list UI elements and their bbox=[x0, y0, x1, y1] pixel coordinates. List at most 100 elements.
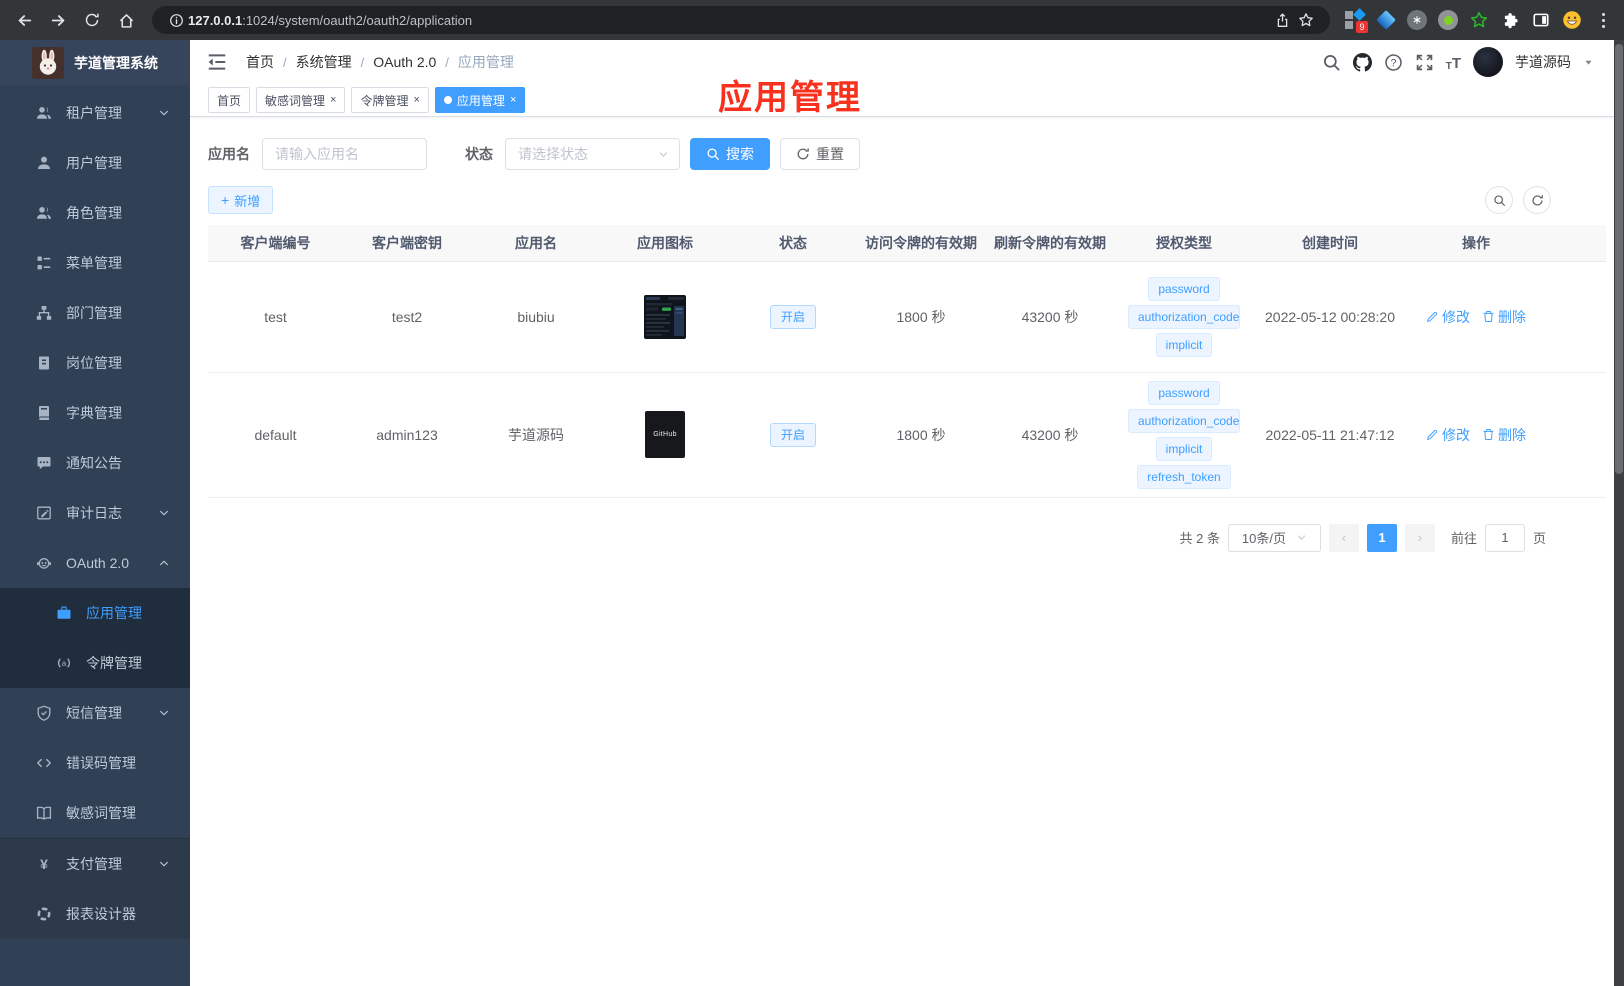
sidebar-item-notice[interactable]: 通知公告 bbox=[0, 438, 190, 488]
edit-link[interactable]: 修改 bbox=[1426, 307, 1470, 327]
tab-sensitive-word[interactable]: 敏感词管理 × bbox=[256, 87, 346, 113]
sidebar-collapse-icon[interactable] bbox=[206, 51, 228, 73]
plus-icon: + bbox=[221, 192, 230, 208]
browser-back-button[interactable] bbox=[10, 6, 38, 34]
scrollbar-thumb[interactable] bbox=[1615, 44, 1623, 474]
cell-app-name: biubiu bbox=[471, 261, 601, 373]
close-icon[interactable]: × bbox=[330, 94, 336, 106]
rabbit-logo-icon bbox=[32, 47, 64, 79]
bookmark-star-icon[interactable] bbox=[1294, 8, 1318, 32]
tab-home[interactable]: 首页 bbox=[208, 87, 251, 113]
sidebar-item-dict[interactable]: 字典管理 bbox=[0, 388, 190, 438]
sidebar-item-tenant[interactable]: 租户管理 bbox=[0, 88, 190, 138]
shield-check-icon bbox=[36, 705, 52, 721]
browser-reload-button[interactable] bbox=[78, 6, 106, 34]
extension-green-star-icon[interactable] bbox=[1468, 9, 1490, 31]
sidebar-item-audit-log[interactable]: 审计日志 bbox=[0, 488, 190, 538]
site-info-icon[interactable] bbox=[164, 8, 188, 32]
sidebar-item-menu[interactable]: 菜单管理 bbox=[0, 238, 190, 288]
goto-page-input[interactable] bbox=[1484, 523, 1525, 552]
extension-grid-icon[interactable]: 9 bbox=[1344, 8, 1368, 33]
sidebar-item-oauth-token[interactable]: 令牌管理 bbox=[0, 638, 190, 688]
edit-link[interactable]: 修改 bbox=[1426, 425, 1470, 445]
browser-home-button[interactable] bbox=[112, 6, 140, 34]
sidebar-item-oauth-application[interactable]: 应用管理 bbox=[0, 588, 190, 638]
sidebar-item-sms[interactable]: 短信管理 bbox=[0, 688, 190, 738]
oauth-submenu: 应用管理 令牌管理 bbox=[0, 588, 190, 688]
reset-button[interactable]: 重置 bbox=[780, 138, 860, 170]
page-size-select[interactable]: 10条/页 bbox=[1227, 523, 1321, 552]
cell-access-ttl: 1800 秒 bbox=[857, 372, 985, 498]
top-navbar: 首页 / 系统管理 / OAuth 2.0 / 应用管理 TT 芋道源码 bbox=[190, 40, 1624, 84]
sidebar-item-dept[interactable]: 部门管理 bbox=[0, 288, 190, 338]
sidebar-item-pay[interactable]: 支付管理 bbox=[0, 839, 190, 889]
show-search-button[interactable] bbox=[1485, 186, 1513, 214]
app-logo[interactable]: 芋道管理系统 bbox=[0, 40, 190, 85]
add-button[interactable]: + 新增 bbox=[208, 186, 274, 214]
close-icon[interactable]: × bbox=[413, 94, 419, 106]
col-actions: 操作 bbox=[1407, 225, 1545, 262]
refresh-table-button[interactable] bbox=[1523, 186, 1551, 214]
fullscreen-icon[interactable] bbox=[1415, 53, 1434, 72]
search-icon[interactable] bbox=[1322, 53, 1341, 72]
page-scrollbar[interactable] bbox=[1614, 40, 1624, 986]
search-button[interactable]: 搜索 bbox=[690, 138, 770, 170]
extension-gem-icon[interactable] bbox=[1375, 9, 1397, 31]
sidebar-item-report-designer[interactable]: 报表设计器 bbox=[0, 889, 190, 939]
pencil-icon bbox=[1426, 310, 1439, 323]
sidebar-item-user[interactable]: 用户管理 bbox=[0, 138, 190, 188]
side-panel-icon[interactable] bbox=[1530, 9, 1552, 31]
github-icon[interactable] bbox=[1353, 53, 1372, 72]
sidebar-item-sensitive-word[interactable]: 敏感词管理 bbox=[0, 788, 190, 838]
font-size-icon[interactable]: TT bbox=[1446, 53, 1461, 72]
extension-command-icon[interactable] bbox=[1406, 9, 1428, 31]
tab-token[interactable]: 令牌管理 × bbox=[351, 87, 429, 113]
col-client-id: 客户端编号 bbox=[208, 225, 343, 262]
grant-tag: refresh_token bbox=[1137, 464, 1231, 489]
breadcrumb-system[interactable]: 系统管理 bbox=[296, 52, 352, 72]
user-avatar[interactable] bbox=[1473, 47, 1503, 77]
status-select[interactable]: 请选择状态 bbox=[505, 138, 680, 170]
prev-page-button[interactable]: ‹ bbox=[1328, 523, 1359, 552]
sidebar-item-error-code[interactable]: 错误码管理 bbox=[0, 738, 190, 788]
sidebar-item-label: 令牌管理 bbox=[86, 655, 142, 671]
extensions-puzzle-icon[interactable] bbox=[1499, 9, 1521, 31]
browser-forward-button[interactable] bbox=[44, 6, 72, 34]
sidebar-item-role[interactable]: 角色管理 bbox=[0, 188, 190, 238]
share-icon[interactable] bbox=[1270, 8, 1294, 32]
user-menu-caret-icon[interactable] bbox=[1583, 57, 1594, 68]
sidebar-item-oauth[interactable]: OAuth 2.0 bbox=[0, 538, 190, 588]
sidebar-item-label: 菜单管理 bbox=[66, 255, 122, 271]
open-book-icon bbox=[36, 805, 52, 821]
grant-tag: authorization_code bbox=[1128, 408, 1240, 433]
col-app-name: 应用名 bbox=[471, 225, 601, 262]
tab-application[interactable]: 应用管理 × bbox=[434, 87, 526, 113]
close-icon[interactable]: × bbox=[510, 94, 516, 106]
current-page-button[interactable]: 1 bbox=[1366, 523, 1397, 552]
browser-menu-icon[interactable] bbox=[1592, 9, 1614, 31]
grant-tag: password bbox=[1148, 276, 1220, 301]
extension-record-icon[interactable] bbox=[1437, 9, 1459, 31]
url-host: 127.0.0.1 bbox=[188, 12, 243, 28]
help-icon[interactable] bbox=[1384, 53, 1403, 72]
cell-client-id: default bbox=[208, 372, 343, 498]
breadcrumb-home[interactable]: 首页 bbox=[246, 52, 274, 72]
sidebar-item-label: 审计日志 bbox=[66, 505, 122, 521]
tags-view-bar: 首页 敏感词管理 × 令牌管理 × 应用管理 × bbox=[190, 84, 1624, 117]
app-title: 芋道管理系统 bbox=[74, 54, 158, 71]
address-bar[interactable]: 127.0.0.1:1024/system/oauth2/oauth2/appl… bbox=[152, 6, 1330, 34]
breadcrumb-oauth[interactable]: OAuth 2.0 bbox=[373, 54, 436, 70]
sidebar-item-post[interactable]: 岗位管理 bbox=[0, 338, 190, 388]
app-name-input[interactable] bbox=[262, 138, 427, 170]
app-screenshot-thumbnail bbox=[644, 295, 686, 339]
profile-avatar-icon[interactable] bbox=[1561, 9, 1583, 31]
delete-link[interactable]: 删除 bbox=[1482, 307, 1526, 327]
chevron-down-icon bbox=[1296, 532, 1307, 543]
browser-extensions: 9 bbox=[1344, 8, 1614, 33]
delete-link[interactable]: 删除 bbox=[1482, 425, 1526, 445]
next-page-button[interactable]: › bbox=[1404, 523, 1435, 552]
chevron-down-icon bbox=[158, 107, 170, 119]
grant-tag: implicit bbox=[1155, 332, 1213, 357]
sidebar-menu: 租户管理 用户管理 角色管理 菜单管理 部门管理 岗位管理 字典管理 通知公告 … bbox=[0, 85, 190, 939]
chevron-down-icon bbox=[158, 858, 170, 870]
